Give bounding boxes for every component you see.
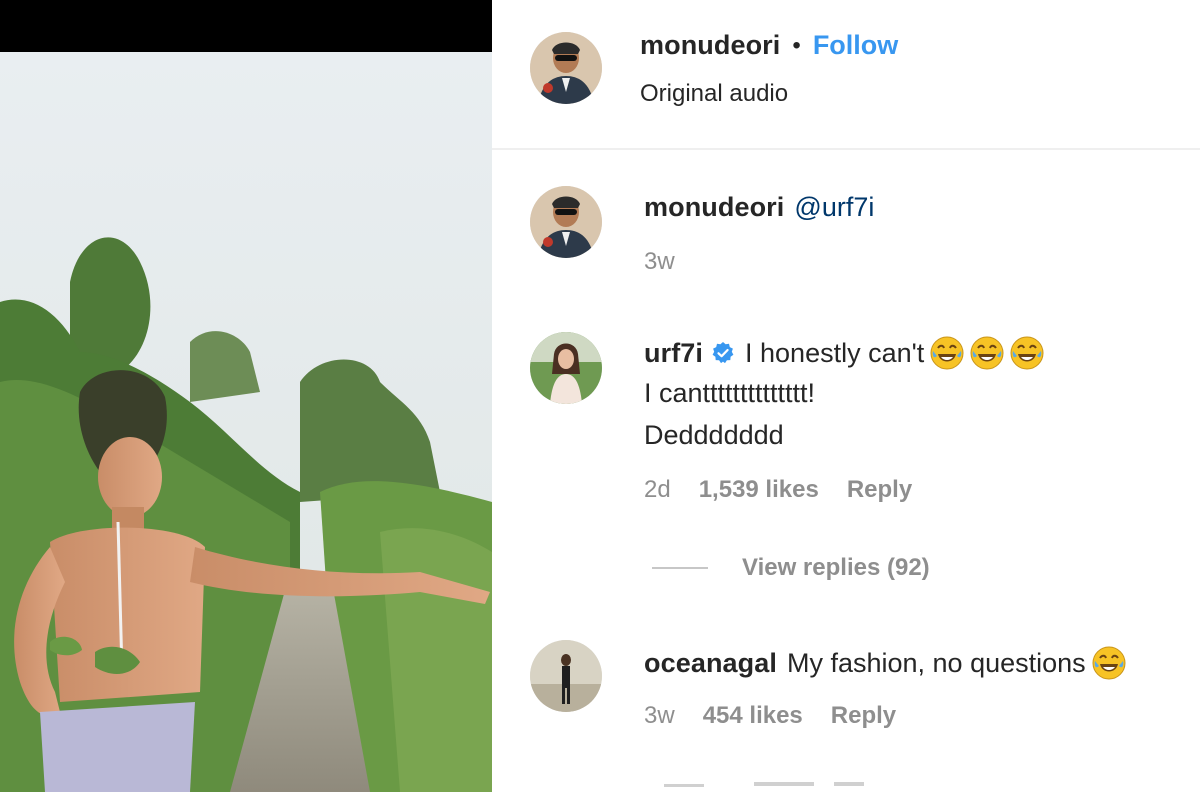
comment-timestamp[interactable]: 3w bbox=[644, 248, 675, 276]
face-with-tears-of-joy-icon bbox=[1092, 646, 1126, 680]
comment-timestamp[interactable]: 2d bbox=[644, 476, 671, 504]
face-with-tears-of-joy-icon bbox=[930, 336, 964, 370]
follow-button[interactable]: Follow bbox=[813, 30, 898, 61]
comment-text: My fashion, no questions bbox=[786, 647, 1086, 678]
header-divider bbox=[492, 148, 1200, 150]
clipped-next-row bbox=[644, 774, 884, 792]
commenter-avatar[interactable] bbox=[530, 640, 602, 712]
comment-text: I cantttttttttttttt! bbox=[644, 378, 816, 408]
comment-username[interactable]: monudeori bbox=[644, 192, 784, 223]
view-replies-divider bbox=[652, 567, 708, 569]
video-frame[interactable] bbox=[0, 52, 492, 792]
commenter-avatar[interactable] bbox=[530, 186, 602, 258]
reply-button[interactable]: Reply bbox=[831, 702, 896, 730]
comment-line: monudeori @urf7i bbox=[644, 192, 874, 223]
comment-meta: 3w 454 likes Reply bbox=[644, 702, 924, 730]
post-header: monudeori • Follow Original audio bbox=[492, 0, 1200, 148]
mention-link[interactable]: @urf7i bbox=[794, 192, 874, 223]
comment-likes[interactable]: 1,539 likes bbox=[699, 476, 819, 504]
comment-likes[interactable]: 454 likes bbox=[703, 702, 803, 730]
comment-line: oceanagal My fashion, no questions bbox=[644, 646, 1126, 680]
comment-username[interactable]: urf7i bbox=[644, 338, 703, 369]
author-avatar[interactable] bbox=[530, 32, 602, 104]
comment-timestamp[interactable]: 3w bbox=[644, 702, 675, 730]
comment-meta: 2d 1,539 likes Reply bbox=[644, 476, 940, 504]
comments-panel: monudeori • Follow Original audio monude… bbox=[492, 0, 1200, 792]
view-replies-button[interactable]: View replies (92) bbox=[652, 554, 930, 582]
commenter-avatar[interactable] bbox=[530, 332, 602, 404]
reply-button[interactable]: Reply bbox=[847, 476, 912, 504]
separator-dot: • bbox=[792, 31, 801, 59]
face-with-tears-of-joy-icon bbox=[970, 336, 1004, 370]
comment-username[interactable]: oceanagal bbox=[644, 648, 777, 679]
verified-badge-icon bbox=[711, 341, 735, 365]
view-replies-label[interactable]: View replies (92) bbox=[742, 554, 930, 582]
post-header-line: monudeori • Follow bbox=[640, 30, 898, 61]
comment-text: Deddddddd bbox=[644, 420, 784, 450]
audio-link[interactable]: Original audio bbox=[640, 80, 788, 108]
comment-text: I honestly can't bbox=[745, 337, 925, 368]
face-with-tears-of-joy-icon bbox=[1010, 336, 1044, 370]
media-letterbox-bar bbox=[0, 0, 492, 52]
post-media[interactable] bbox=[0, 0, 492, 792]
comment-line: urf7i I honestly can't bbox=[644, 336, 1044, 370]
author-username[interactable]: monudeori bbox=[640, 30, 780, 61]
